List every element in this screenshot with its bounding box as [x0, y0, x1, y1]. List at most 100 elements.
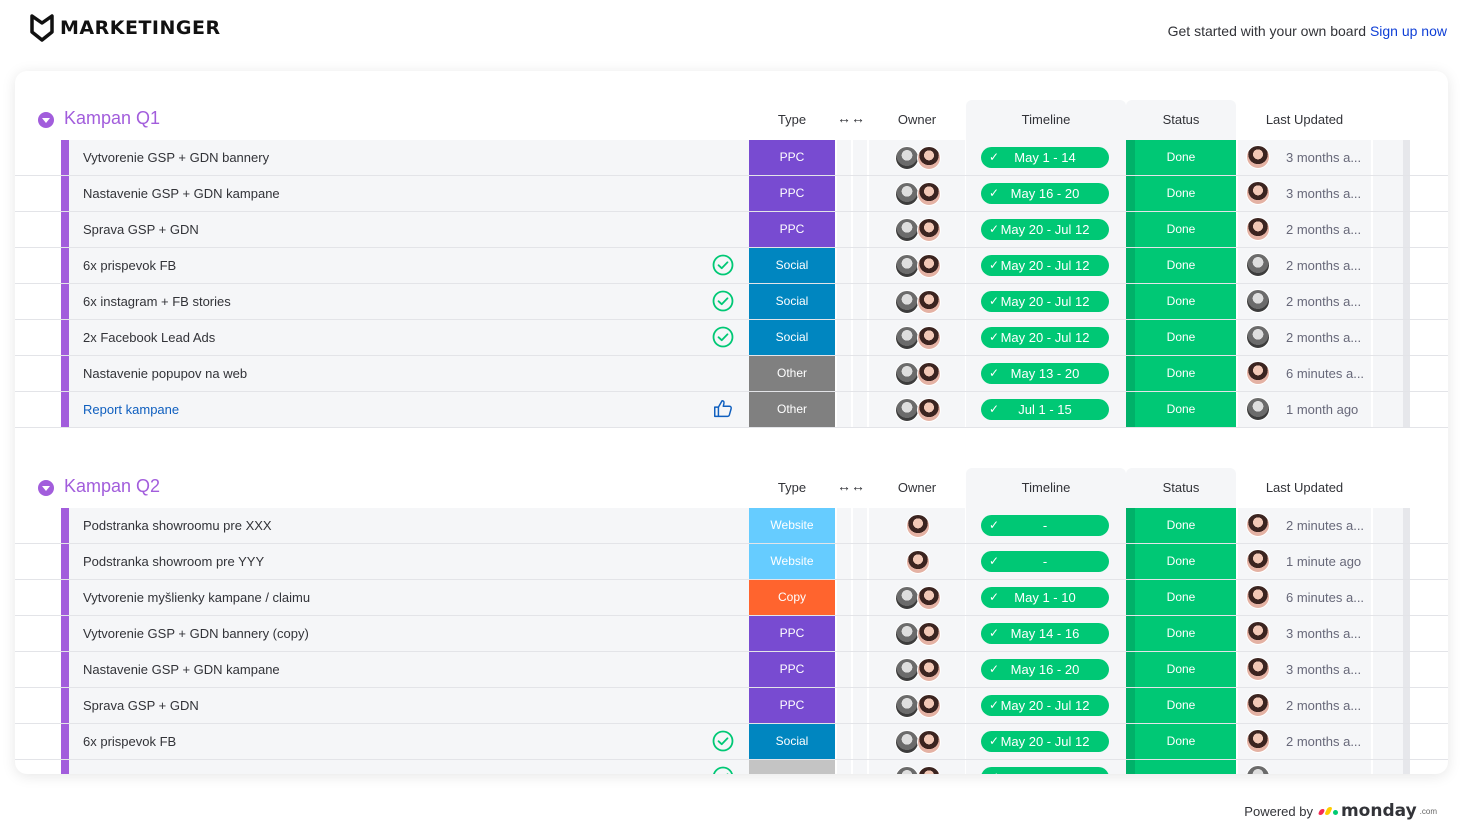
- timeline-pill[interactable]: ✓ May 16 - 20: [981, 659, 1109, 680]
- type-label[interactable]: PPC: [749, 652, 835, 687]
- avatar[interactable]: [917, 398, 941, 422]
- timeline-cell[interactable]: ✓ May 1 - 14: [966, 140, 1126, 175]
- type-label[interactable]: Social: [749, 320, 835, 355]
- signup-link[interactable]: Sign up now: [1370, 23, 1447, 39]
- avatar[interactable]: [1246, 621, 1270, 645]
- avatar[interactable]: [1246, 289, 1270, 313]
- item-name[interactable]: Nastavenie popupov na web: [83, 366, 247, 381]
- status-label[interactable]: Done: [1126, 212, 1236, 247]
- timeline-pill[interactable]: ✓: [981, 767, 1109, 774]
- empty-cell[interactable]: [837, 392, 851, 427]
- check-circle-icon[interactable]: [712, 290, 734, 312]
- timeline-cell[interactable]: ✓ May 1 - 10: [966, 580, 1126, 615]
- avatar[interactable]: [1246, 145, 1270, 169]
- type-label[interactable]: Website: [749, 508, 835, 543]
- type-label[interactable]: PPC: [749, 688, 835, 723]
- status-label[interactable]: Done: [1126, 176, 1236, 211]
- empty-cell[interactable]: [837, 580, 851, 615]
- status-label[interactable]: Done: [1126, 248, 1236, 283]
- timeline-cell[interactable]: ✓ May 16 - 20: [966, 176, 1126, 211]
- item-name-cell[interactable]: [69, 760, 749, 774]
- check-circle-icon[interactable]: [712, 766, 734, 774]
- empty-cell[interactable]: [837, 140, 851, 175]
- type-label[interactable]: Social: [749, 248, 835, 283]
- timeline-cell[interactable]: ✓ -: [966, 544, 1126, 579]
- table-row[interactable]: Vytvorenie GSP + GDN bannery PPC ✓ May 1 - …: [15, 140, 1448, 176]
- timeline-pill[interactable]: ✓ May 1 - 14: [981, 147, 1109, 168]
- owner-cell[interactable]: [869, 508, 965, 543]
- empty-cell[interactable]: [837, 356, 851, 391]
- owner-cell[interactable]: [869, 176, 965, 211]
- item-name[interactable]: 2x Facebook Lead Ads: [83, 330, 215, 345]
- avatar[interactable]: [1246, 729, 1270, 753]
- timeline-pill[interactable]: ✓ May 14 - 16: [981, 623, 1109, 644]
- avatar[interactable]: [1246, 513, 1270, 537]
- avatar[interactable]: [895, 326, 919, 350]
- owner-cell[interactable]: [869, 140, 965, 175]
- table-row[interactable]: 6x instagram + FB stories Social ✓ May 20 -…: [15, 284, 1448, 320]
- avatar[interactable]: [1246, 361, 1270, 385]
- avatar[interactable]: [1246, 585, 1270, 609]
- owner-cell[interactable]: [869, 544, 965, 579]
- avatar[interactable]: [1246, 253, 1270, 277]
- type-label[interactable]: Social: [749, 284, 835, 319]
- avatar[interactable]: [917, 182, 941, 206]
- empty-cell[interactable]: [837, 212, 851, 247]
- status-label[interactable]: Done: [1126, 284, 1236, 319]
- empty-cell[interactable]: [853, 320, 867, 355]
- avatar[interactable]: [906, 550, 930, 574]
- avatar[interactable]: [1246, 549, 1270, 573]
- empty-cell[interactable]: [837, 248, 851, 283]
- status-label[interactable]: Done: [1126, 544, 1236, 579]
- timeline-cell[interactable]: ✓ May 20 - Jul 12: [966, 688, 1126, 723]
- avatar[interactable]: [917, 146, 941, 170]
- empty-cell[interactable]: [837, 320, 851, 355]
- empty-cell[interactable]: [853, 176, 867, 211]
- timeline-pill[interactable]: ✓ May 20 - Jul 12: [981, 327, 1109, 348]
- column-header-last-updated[interactable]: Last Updated: [1238, 100, 1371, 140]
- empty-cell[interactable]: [853, 616, 867, 651]
- item-name[interactable]: 6x prispevok FB: [83, 734, 176, 749]
- timeline-cell[interactable]: ✓ May 20 - Jul 12: [966, 724, 1126, 759]
- collapse-chevron-icon[interactable]: [38, 112, 54, 128]
- owner-cell[interactable]: [869, 652, 965, 687]
- table-row[interactable]: Report kampane Other ✓ Jul 1 - 15 Done 1 mont…: [15, 392, 1448, 428]
- empty-cell[interactable]: [853, 356, 867, 391]
- owner-cell[interactable]: [869, 724, 965, 759]
- type-label[interactable]: Website: [749, 544, 835, 579]
- resize-arrows-icon[interactable]: ↔↔: [837, 110, 865, 126]
- empty-cell[interactable]: [853, 508, 867, 543]
- avatar[interactable]: [895, 182, 919, 206]
- table-row[interactable]: Sprava GSP + GDN PPC ✓ May 20 - Jul 12 Done 2…: [15, 212, 1448, 248]
- empty-cell[interactable]: [853, 140, 867, 175]
- type-label[interactable]: [749, 760, 835, 774]
- empty-cell[interactable]: [837, 544, 851, 579]
- owner-cell[interactable]: [869, 760, 965, 774]
- avatar[interactable]: [917, 326, 941, 350]
- item-name[interactable]: Vytvorenie GSP + GDN bannery: [83, 150, 269, 165]
- timeline-cell[interactable]: ✓ -: [966, 508, 1126, 543]
- item-name[interactable]: Report kampane: [83, 402, 179, 417]
- table-row[interactable]: Nastavenie GSP + GDN kampane PPC ✓ May 16 -…: [15, 176, 1448, 212]
- avatar[interactable]: [895, 694, 919, 718]
- table-row[interactable]: ✓: [15, 760, 1448, 774]
- table-row[interactable]: Podstranka showroom pre YYY Website ✓ - Done…: [15, 544, 1448, 580]
- owner-cell[interactable]: [869, 212, 965, 247]
- monday-logo[interactable]: monday .com: [1317, 801, 1437, 821]
- thumbs-up-icon[interactable]: [712, 398, 734, 420]
- type-label[interactable]: PPC: [749, 616, 835, 651]
- timeline-pill[interactable]: ✓ May 13 - 20: [981, 363, 1109, 384]
- empty-cell[interactable]: [837, 760, 851, 774]
- avatar[interactable]: [895, 146, 919, 170]
- avatar[interactable]: [917, 362, 941, 386]
- item-name[interactable]: Podstranka showroom pre YYY: [83, 554, 264, 569]
- timeline-pill[interactable]: ✓ May 20 - Jul 12: [981, 255, 1109, 276]
- status-label[interactable]: Done: [1126, 724, 1236, 759]
- timeline-pill[interactable]: ✓ May 20 - Jul 12: [981, 219, 1109, 240]
- item-name[interactable]: 6x instagram + FB stories: [83, 294, 231, 309]
- owner-cell[interactable]: [869, 392, 965, 427]
- avatar[interactable]: [906, 514, 930, 538]
- timeline-cell[interactable]: ✓: [966, 760, 1126, 774]
- item-name[interactable]: Podstranka showroomu pre XXX: [83, 518, 272, 533]
- table-row[interactable]: 6x prispevok FB Social ✓ May 20 - Jul 12 Don…: [15, 724, 1448, 760]
